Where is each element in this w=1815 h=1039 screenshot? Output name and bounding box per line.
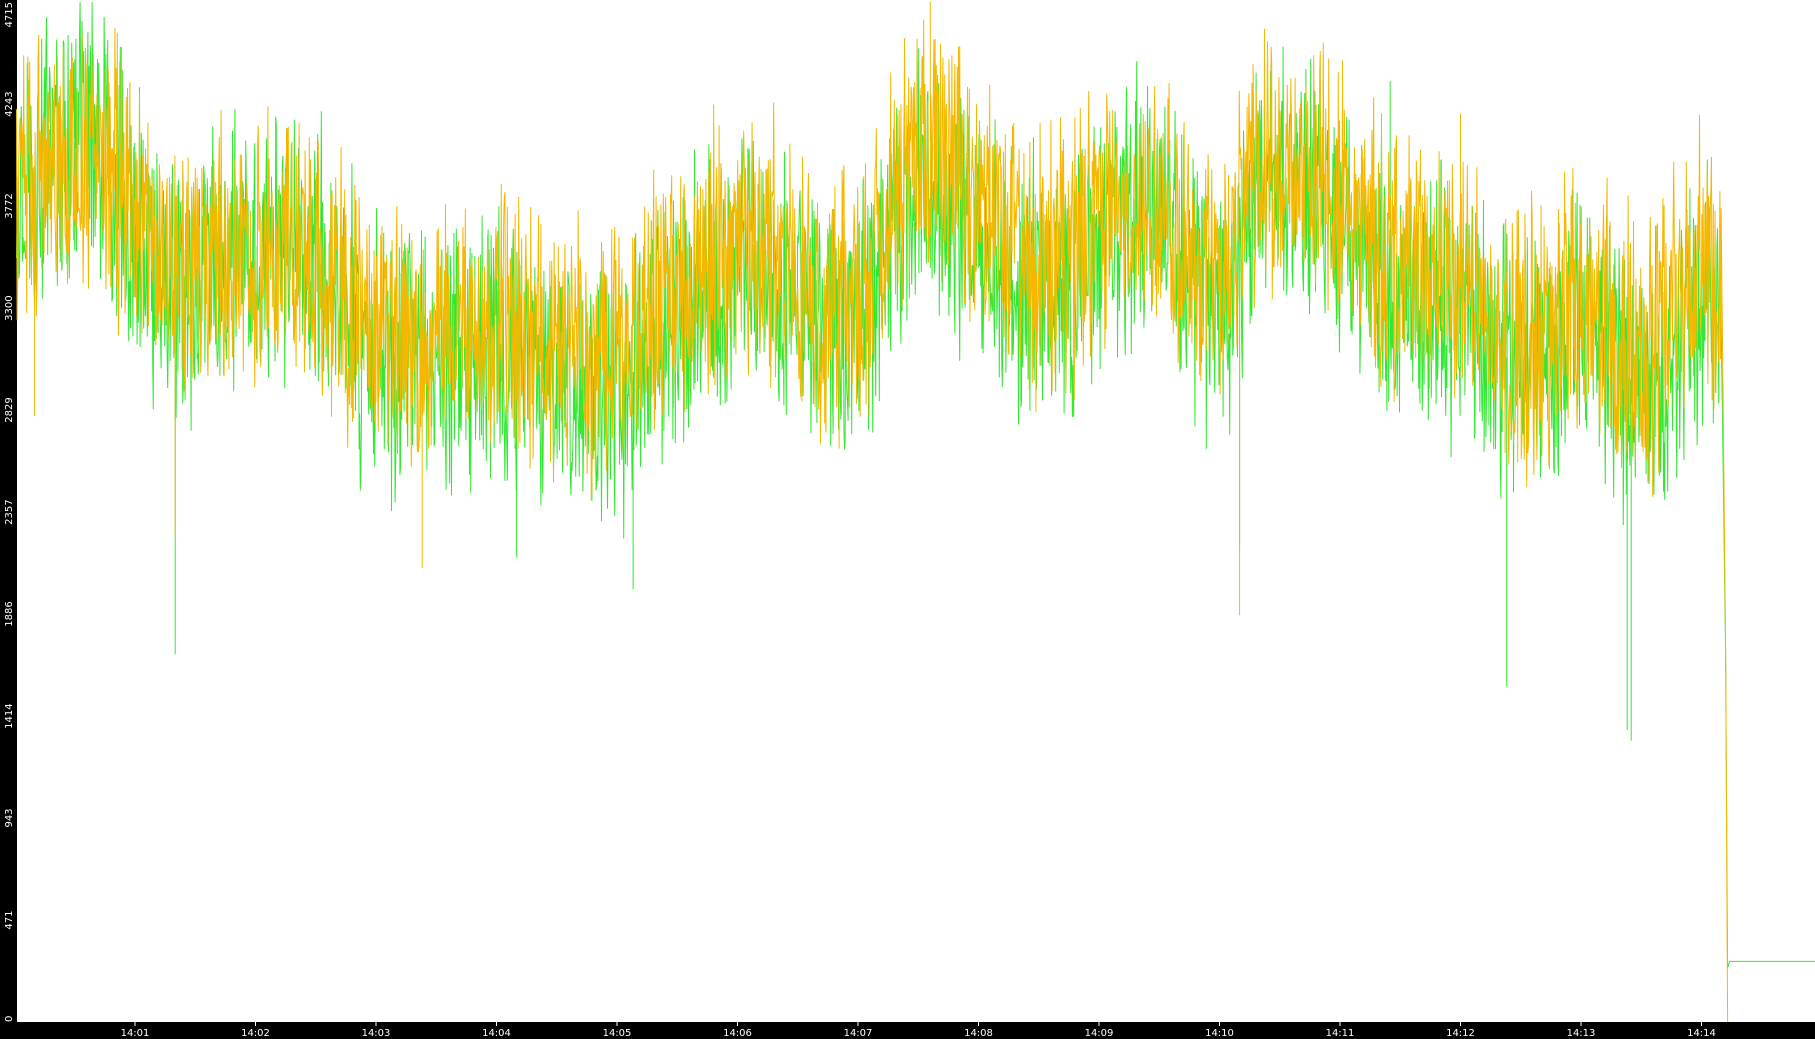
x-tick-label: 14:10 xyxy=(1205,1028,1234,1039)
x-tick-label: 14:04 xyxy=(482,1028,511,1039)
x-tick-label: 14:05 xyxy=(603,1028,632,1039)
y-tick-label: 0 xyxy=(4,1016,15,1022)
x-tick-label: 14:08 xyxy=(964,1028,993,1039)
y-tick-label: 2357 xyxy=(4,499,15,524)
y-tick-label: 1414 xyxy=(4,703,15,728)
x-tick-label: 14:14 xyxy=(1687,1028,1716,1039)
x-tick-label: 14:09 xyxy=(1085,1028,1114,1039)
x-tick-label: 14:07 xyxy=(844,1028,873,1039)
y-tick-label: 4715 xyxy=(4,2,15,27)
x-tick-label: 14:12 xyxy=(1446,1028,1475,1039)
y-tick-label: 4243 xyxy=(4,91,15,116)
x-tick-label: 14:11 xyxy=(1326,1028,1355,1039)
line-chart: 047194314141886235728293300377242434715 … xyxy=(0,0,1815,1039)
x-tick-label: 14:02 xyxy=(241,1028,270,1039)
x-tick-label: 14:13 xyxy=(1567,1028,1596,1039)
y-tick-label: 2829 xyxy=(4,397,15,422)
y-tick-label: 471 xyxy=(4,911,15,930)
x-tick-label: 14:06 xyxy=(723,1028,752,1039)
y-tick-label: 3300 xyxy=(4,295,15,320)
chart: 0 471 943 1414 1886 2357 2829 3300 3772 4243 4715 … xyxy=(0,0,1815,1039)
x-tick-label: 14:03 xyxy=(362,1028,391,1039)
y-tick-label: 1886 xyxy=(4,601,15,626)
y-tick-label: 943 xyxy=(4,808,15,827)
x-tick-label: 14:01 xyxy=(121,1028,150,1039)
y-tick-label: 3772 xyxy=(4,193,15,218)
